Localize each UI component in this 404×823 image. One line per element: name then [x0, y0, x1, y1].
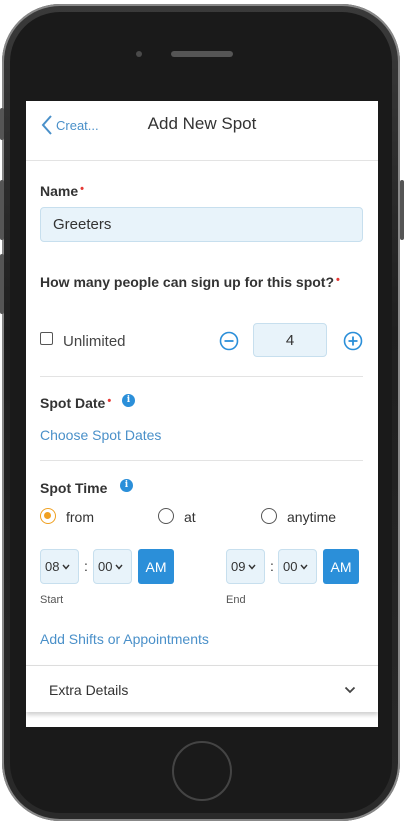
info-icon[interactable]: i: [122, 394, 135, 407]
name-label: Name •: [40, 183, 84, 199]
extra-details-accordion[interactable]: Extra Details: [26, 665, 378, 712]
start-minute-select[interactable]: 00: [93, 549, 132, 584]
extra-details-label: Extra Details: [49, 682, 129, 698]
radio-from[interactable]: [40, 508, 56, 524]
plus-circle-icon[interactable]: [343, 331, 363, 351]
name-input[interactable]: [40, 207, 363, 242]
end-label: End: [226, 594, 246, 606]
minus-circle-icon[interactable]: [219, 331, 239, 351]
front-camera: [136, 51, 142, 57]
spot-time-label: Spot Time: [40, 480, 108, 496]
time-separator: :: [270, 558, 274, 574]
name-label-text: Name: [40, 183, 79, 199]
radio-at-label: at: [184, 509, 196, 525]
divider: [40, 376, 363, 377]
add-shifts-link[interactable]: Add Shifts or Appointments: [40, 631, 209, 647]
time-separator: :: [84, 558, 88, 574]
radio-at[interactable]: [158, 508, 174, 524]
divider: [40, 460, 363, 461]
start-hour-value: 08: [45, 559, 60, 574]
choose-spot-dates-link[interactable]: Choose Spot Dates: [40, 427, 161, 443]
unlimited-checkbox[interactable]: [40, 332, 53, 345]
end-ampm-toggle[interactable]: AM: [323, 549, 359, 584]
unlimited-label: Unlimited: [63, 333, 126, 350]
end-minute-select[interactable]: 00: [278, 549, 317, 584]
radio-anytime-label: anytime: [287, 509, 337, 525]
chevron-down-icon: [115, 564, 124, 570]
capacity-question: How many people can sign up for this spo…: [40, 274, 335, 290]
earpiece-speaker: [171, 51, 233, 57]
quantity-input[interactable]: [253, 323, 327, 357]
volume-up-button: [0, 180, 4, 240]
volume-down-button: [0, 254, 4, 314]
end-hour-select[interactable]: 09: [226, 549, 265, 584]
home-button[interactable]: [172, 741, 232, 801]
app-screen: Creat... Add New Spot Name• How many peo…: [26, 101, 378, 727]
nav-bar: Creat... Add New Spot: [26, 101, 378, 161]
power-button: [400, 180, 404, 240]
chevron-down-icon: [248, 564, 257, 570]
radio-anytime[interactable]: [261, 508, 277, 524]
mute-switch: [0, 108, 4, 140]
info-icon[interactable]: i: [120, 479, 133, 492]
required-marker: •: [336, 274, 340, 286]
spot-date-label: Spot Date •: [40, 395, 111, 411]
required-marker: •: [80, 183, 84, 195]
spot-date-label-text: Spot Date: [40, 395, 106, 411]
chevron-down-icon: [344, 686, 356, 694]
chevron-down-icon: [62, 564, 71, 570]
chevron-down-icon: [300, 564, 309, 570]
start-label: Start: [40, 594, 64, 606]
end-minute-value: 00: [283, 559, 298, 574]
start-ampm-toggle[interactable]: AM: [138, 549, 174, 584]
radio-from-label: from: [66, 509, 94, 525]
start-minute-value: 00: [98, 559, 113, 574]
required-marker: •: [107, 395, 112, 407]
capacity-label: How many people can sign up for this spo…: [40, 274, 340, 290]
page-title: Add New Spot: [147, 114, 257, 133]
end-hour-value: 09: [231, 559, 246, 574]
start-hour-select[interactable]: 08: [40, 549, 79, 584]
